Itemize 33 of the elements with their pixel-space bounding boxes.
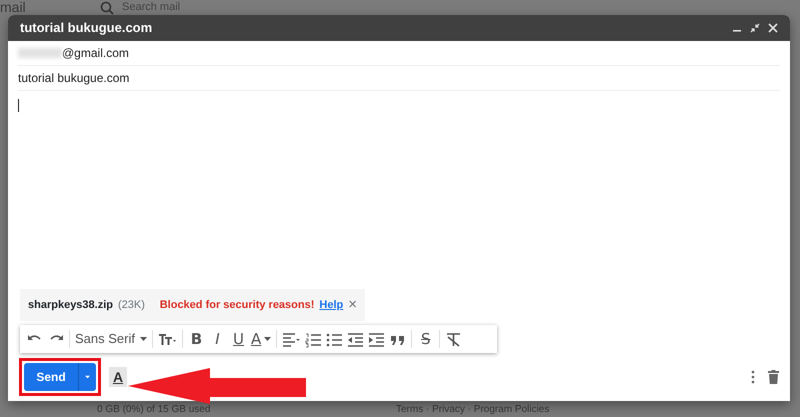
- format-button[interactable]: U: [228, 327, 249, 351]
- close-icon[interactable]: [768, 23, 778, 33]
- bulleted-list-icon[interactable]: [326, 330, 344, 348]
- recipient-field[interactable]: @gmail.com: [18, 41, 780, 66]
- help-link[interactable]: Help: [319, 296, 344, 313]
- subject-field[interactable]: tutorial bukugue.com: [18, 66, 780, 91]
- remove-button[interactable]: ×: [348, 294, 357, 316]
- attachment-name: sharpkeys38.zip: [28, 298, 113, 312]
- format-button[interactable]: B: [186, 327, 207, 351]
- font-dropdown[interactable]: Sans Serif: [73, 327, 149, 351]
- exit-fullscreen-icon[interactable]: [750, 23, 760, 33]
- align-icon[interactable]: [282, 330, 302, 348]
- attachment-size: (23K): [118, 298, 145, 312]
- formatting-options-button[interactable]: A: [109, 367, 127, 387]
- window-title: tutorial bukugue.com: [20, 19, 152, 38]
- trash-icon[interactable]: [768, 370, 779, 384]
- format-button[interactable]: I: [207, 327, 228, 351]
- outdent-icon[interactable]: [347, 330, 364, 348]
- caret-icon[interactable]: [85, 375, 90, 379]
- app-name: mail: [0, 0, 26, 17]
- storage-usage: 0 GB (0%) of 15 GB used: [97, 403, 210, 416]
- clear-formatting-icon[interactable]: [445, 330, 462, 348]
- more-options-icon[interactable]: [751, 370, 755, 384]
- blurred-text: [18, 48, 62, 58]
- caret-icon: [264, 337, 272, 341]
- warning-text: Blocked for security reasons!: [160, 298, 314, 312]
- send-button[interactable]: Send: [24, 363, 78, 391]
- strikethrough-button[interactable]: S: [415, 327, 436, 351]
- caret-icon: [140, 337, 147, 341]
- indent-icon[interactable]: [368, 330, 386, 348]
- text-color-button[interactable]: A: [249, 327, 274, 351]
- search-icon: [100, 1, 114, 15]
- numbered-list-icon[interactable]: [305, 330, 322, 348]
